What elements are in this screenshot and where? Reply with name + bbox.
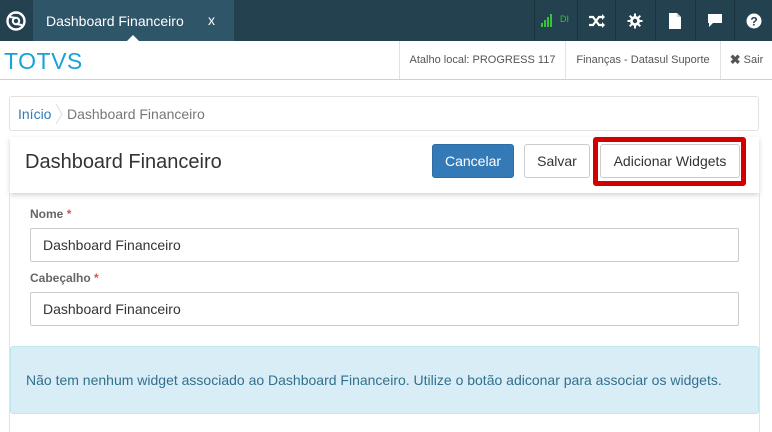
header-label-text: Cabeçalho (30, 271, 91, 285)
totvs-logo-icon[interactable] (0, 0, 31, 41)
header-input[interactable]: Dashboard Financeiro (30, 292, 739, 326)
chevron-right-icon (55, 103, 63, 125)
header-label: Cabeçalho * (30, 271, 99, 285)
required-mark: * (66, 207, 72, 221)
company-selector[interactable]: Finanças - Datasul Suporte (565, 41, 720, 79)
alert-message: Não tem nenhum widget associado ao Dashb… (26, 372, 722, 388)
shuffle-icon[interactable] (577, 0, 615, 41)
info-alert: Não tem nenhum widget associado ao Dashb… (10, 346, 759, 414)
company-label: Finanças - Datasul Suporte (576, 54, 710, 66)
close-icon[interactable]: x (208, 12, 215, 28)
svg-text:?: ? (750, 14, 757, 28)
logout-button[interactable]: ✖ Sair (720, 41, 772, 79)
header-input-value: Dashboard Financeiro (43, 301, 181, 317)
help-icon[interactable]: ? (734, 0, 772, 41)
brand-logo[interactable]: TOTVS (4, 48, 83, 75)
close-x-icon: ✖ (729, 52, 741, 67)
top-bar: Dashboard Financeiro x DI ? (0, 0, 772, 41)
logout-label: Sair (743, 54, 764, 66)
breadcrumb: Início Dashboard Financeiro (9, 96, 759, 131)
local-shortcut[interactable]: Atalho local: PROGRESS 117 (399, 41, 565, 79)
signal-label: DI (560, 14, 569, 24)
local-shortcut-label: Atalho local: PROGRESS 117 (409, 54, 556, 66)
panel-border-right (759, 193, 760, 432)
name-input-value: Dashboard Financeiro (43, 237, 181, 253)
name-label: Nome * (30, 207, 71, 221)
name-input[interactable]: Dashboard Financeiro (30, 228, 739, 262)
gear-icon[interactable] (615, 0, 653, 41)
tab-dashboard-financeiro[interactable]: Dashboard Financeiro x (33, 0, 234, 41)
app-header: TOTVS Atalho local: PROGRESS 117 Finança… (0, 41, 772, 80)
signal-icon[interactable]: DI (534, 0, 572, 41)
required-mark: * (94, 271, 99, 285)
breadcrumb-current: Dashboard Financeiro (67, 106, 205, 122)
document-icon[interactable] (655, 0, 693, 41)
cancel-button[interactable]: Cancelar (432, 144, 514, 178)
breadcrumb-home-link[interactable]: Início (18, 106, 51, 122)
highlight-box (593, 137, 746, 186)
name-label-text: Nome (30, 207, 64, 221)
tab-label: Dashboard Financeiro (46, 13, 184, 29)
save-button[interactable]: Salvar (524, 144, 590, 178)
page-title: Dashboard Financeiro (25, 151, 222, 173)
chat-icon[interactable] (695, 0, 733, 41)
